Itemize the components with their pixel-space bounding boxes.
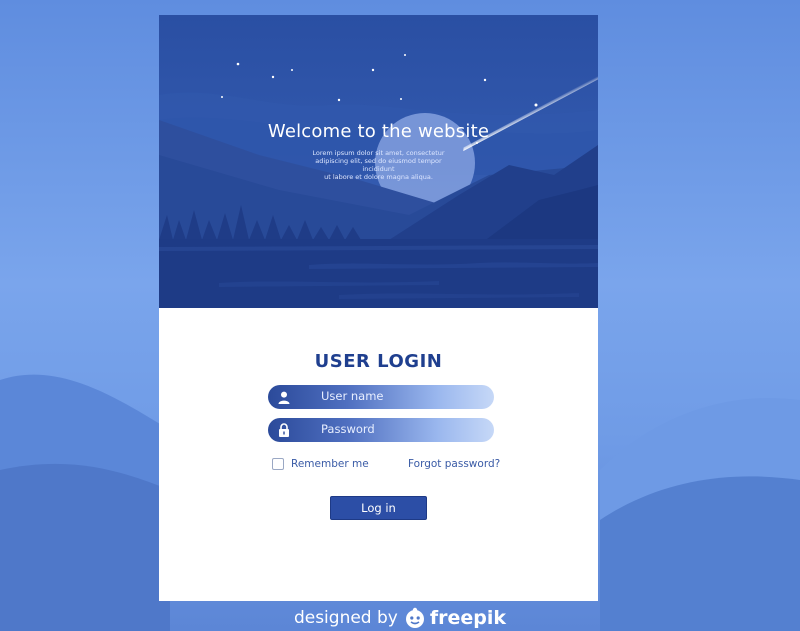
remember-me-label[interactable]: Remember me (291, 458, 369, 470)
remember-me: Remember me (272, 458, 369, 470)
designer-credit: designed by freepik (0, 604, 800, 631)
user-icon (268, 385, 300, 409)
lock-icon (268, 418, 300, 442)
credit-brand: freepik (429, 606, 507, 629)
login-title: USER LOGIN (314, 351, 443, 372)
password-placeholder: Password (321, 422, 375, 436)
login-card: Welcome to the website Lorem ipsum dolor… (159, 15, 598, 601)
username-field[interactable]: User name (268, 385, 494, 409)
username-placeholder: User name (321, 389, 384, 403)
credit-prefix: designed by (293, 607, 398, 628)
remember-me-checkbox[interactable] (272, 458, 284, 470)
hero-subtitle-line: ut labore et dolore magna aliqua. (324, 173, 433, 181)
hero-subtitle-line: Lorem ipsum dolor sit amet, consectetur (312, 149, 445, 157)
hero-subtitle: Lorem ipsum dolor sit amet, consectetur … (299, 149, 458, 181)
login-button[interactable]: Log in (330, 496, 427, 520)
freepik-logo-icon (404, 607, 426, 629)
page-background: Welcome to the website Lorem ipsum dolor… (0, 0, 800, 631)
hero-banner: Welcome to the website Lorem ipsum dolor… (159, 15, 598, 308)
password-field[interactable]: Password (268, 418, 494, 442)
forgot-password-link[interactable]: Forgot password? (408, 458, 500, 470)
hero-title: Welcome to the website (267, 121, 490, 142)
hero-subtitle-line: adipiscing elit, sed do eiusmod tempor i… (315, 157, 442, 173)
